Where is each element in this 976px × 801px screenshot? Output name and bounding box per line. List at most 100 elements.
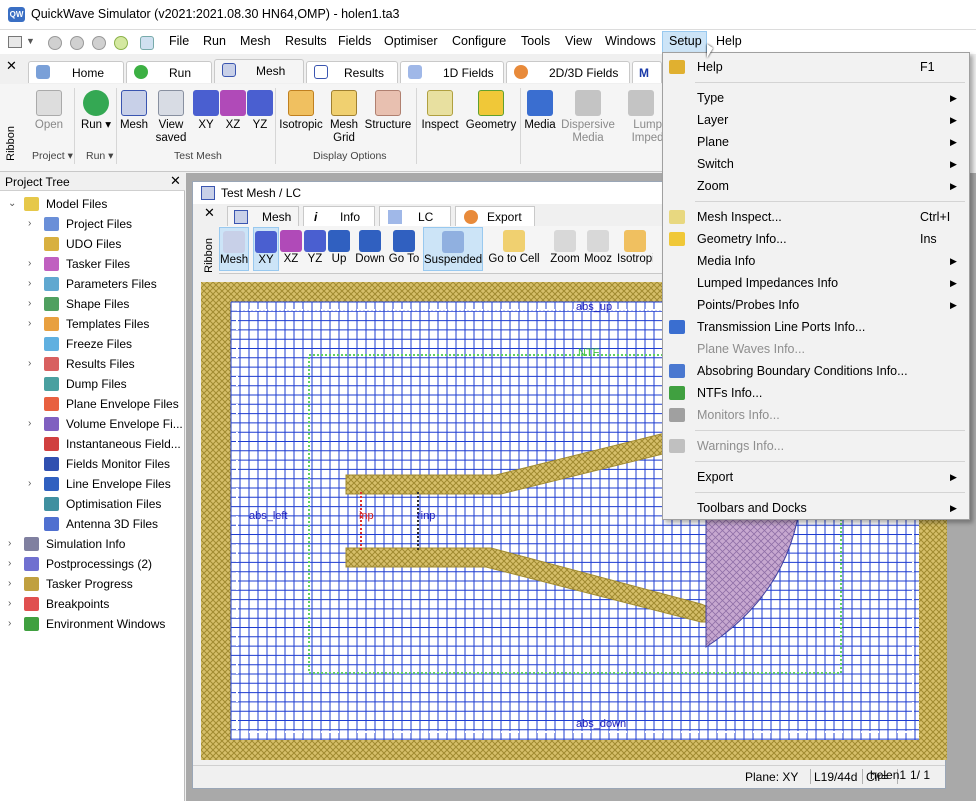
setup-menu-item[interactable]: Export ▶ [663, 466, 969, 488]
setup-menu-item[interactable]: Monitors Info... [663, 404, 969, 426]
chevron-right-icon[interactable]: › [28, 214, 31, 234]
chevron-right-icon[interactable]: › [28, 254, 31, 274]
tree-item-label: Parameters Files [66, 277, 157, 291]
quick-access-dropdown-icon[interactable]: ▼ [26, 36, 35, 46]
mesh-button[interactable]: Mesh [118, 90, 150, 132]
close-icon[interactable]: ✕ [170, 173, 181, 189]
run-button[interactable]: Run ▾ [78, 90, 114, 132]
status-plane: Plane: XY [745, 770, 799, 784]
mooz-button[interactable]: Mooz [583, 230, 613, 265]
dispersive-media-button[interactable]: Dispersive Media [560, 90, 616, 145]
setup-menu-item[interactable]: Help F1 [663, 56, 969, 78]
chevron-right-icon[interactable]: › [28, 294, 31, 314]
menu-configure[interactable]: Configure [452, 34, 506, 48]
pause-icon[interactable] [92, 36, 106, 50]
tab-run[interactable]: Run [126, 61, 212, 83]
geometry-button[interactable]: Geometry [464, 90, 518, 132]
menu-view[interactable]: View [565, 34, 592, 48]
chevron-down-icon[interactable]: ⌄ [8, 194, 16, 214]
xz-button[interactable]: XZ [219, 90, 247, 132]
tab-1d-fields[interactable]: 1D Fields [400, 61, 504, 83]
media-button[interactable]: Media [522, 90, 558, 132]
menu-file[interactable]: File [169, 34, 189, 48]
open-button[interactable]: Open [30, 90, 68, 132]
chevron-right-icon[interactable]: › [8, 574, 11, 594]
setup-menu-item[interactable]: Switch ▶ [663, 153, 969, 175]
isotropic-button[interactable]: Isotropi [617, 230, 653, 265]
xy-button[interactable]: XY [253, 227, 279, 271]
go-to-cell-button[interactable]: Go to Cell [485, 230, 543, 265]
setup-menu-item[interactable]: Lumped Impedances Info ▶ [663, 272, 969, 294]
menu-setup[interactable]: Setup [669, 34, 702, 48]
menu-fields[interactable]: Fields [338, 34, 371, 48]
go-to-button[interactable]: Go To [387, 230, 421, 265]
chevron-right-icon[interactable]: › [28, 414, 31, 434]
setup-menu-item[interactable]: Media Info ▶ [663, 250, 969, 272]
setup-menu-item[interactable]: Transmission Line Ports Info... [663, 316, 969, 338]
chevron-right-icon[interactable]: › [28, 354, 31, 374]
tab-results[interactable]: Results [306, 61, 398, 83]
refresh-icon[interactable] [140, 36, 154, 50]
menu-optimiser[interactable]: Optimiser [384, 34, 437, 48]
child-tab-lc[interactable]: LC [379, 206, 451, 226]
tree-item-icon [44, 317, 59, 331]
menu-tools[interactable]: Tools [521, 34, 550, 48]
yz-button[interactable]: YZ [246, 90, 274, 132]
up-button[interactable]: Up [327, 230, 351, 265]
menu-results[interactable]: Results [285, 34, 327, 48]
structure-button[interactable]: Structure [364, 90, 412, 132]
chevron-right-icon[interactable]: › [8, 534, 11, 554]
play-icon[interactable] [114, 36, 128, 50]
child-tab-mesh[interactable]: Mesh [227, 206, 299, 226]
chevron-right-icon[interactable]: › [8, 554, 11, 574]
mesh-button[interactable]: Mesh [219, 227, 249, 271]
setup-menu-item[interactable]: Toolbars and Docks ▶ [663, 497, 969, 519]
tab-mesh[interactable]: Mesh [214, 59, 304, 83]
xy-button[interactable]: XY [192, 90, 220, 132]
close-icon[interactable]: ✕ [204, 205, 215, 221]
tree-item-label: Tasker Files [66, 257, 131, 271]
lumped-impedance-button[interactable]: Lumped Impedan [620, 90, 662, 145]
geometry-icon [478, 90, 504, 116]
tree-item-label: Antenna 3D Files [66, 517, 159, 531]
tab-monitor[interactable]: M [632, 61, 662, 83]
record-icon[interactable] [70, 36, 84, 50]
setup-menu-item[interactable]: Type ▶ [663, 87, 969, 109]
chevron-right-icon[interactable]: › [28, 314, 31, 334]
quick-access-new-icon[interactable] [8, 36, 22, 48]
menu-run[interactable]: Run [203, 34, 226, 48]
setup-menu-item[interactable]: Plane ▶ [663, 131, 969, 153]
setup-menu-item[interactable]: NTFs Info... [663, 382, 969, 404]
xz-button[interactable]: XZ [279, 230, 303, 265]
tree-item-icon [44, 477, 59, 491]
stop-icon[interactable] [48, 36, 62, 50]
setup-menu-item[interactable]: Points/Probes Info ▶ [663, 294, 969, 316]
child-tab-info[interactable]: i Info [303, 206, 375, 226]
setup-menu-item[interactable]: Absobring Boundary Conditions Info... [663, 360, 969, 382]
chevron-right-icon[interactable]: › [28, 274, 31, 294]
tab-2d3d-fields[interactable]: 2D/3D Fields [506, 61, 630, 83]
inspect-button[interactable]: Inspect [418, 90, 462, 132]
tab-home[interactable]: Home [28, 61, 124, 83]
child-tab-export[interactable]: Export [455, 206, 535, 226]
yz-button[interactable]: YZ [303, 230, 327, 265]
chevron-right-icon[interactable]: › [8, 614, 11, 634]
view-saved-button[interactable]: View saved [152, 90, 190, 145]
setup-menu-item[interactable]: Warnings Info... [663, 435, 969, 457]
menu-mesh[interactable]: Mesh [240, 34, 271, 48]
mesh-grid-button[interactable]: Mesh Grid [326, 90, 362, 145]
setup-menu-item[interactable]: Layer ▶ [663, 109, 969, 131]
setup-menu-item[interactable]: Mesh Inspect... Ctrl+I [663, 206, 969, 228]
setup-menu-item[interactable]: Geometry Info... Ins [663, 228, 969, 250]
isotropic-button[interactable]: Isotropic [278, 90, 324, 132]
zoom-button[interactable]: Zoom [549, 230, 581, 265]
setup-menu-item[interactable]: Plane Waves Info... [663, 338, 969, 360]
setup-menu-item[interactable]: Zoom ▶ [663, 175, 969, 197]
suspended-button[interactable]: Suspended [423, 227, 483, 271]
close-icon[interactable]: ✕ [6, 58, 17, 74]
down-button[interactable]: Down [353, 230, 387, 265]
chevron-right-icon[interactable]: › [28, 474, 31, 494]
chevron-right-icon[interactable]: › [8, 594, 11, 614]
menu-windows[interactable]: Windows [605, 34, 656, 48]
menu-help[interactable]: Help [716, 34, 742, 48]
